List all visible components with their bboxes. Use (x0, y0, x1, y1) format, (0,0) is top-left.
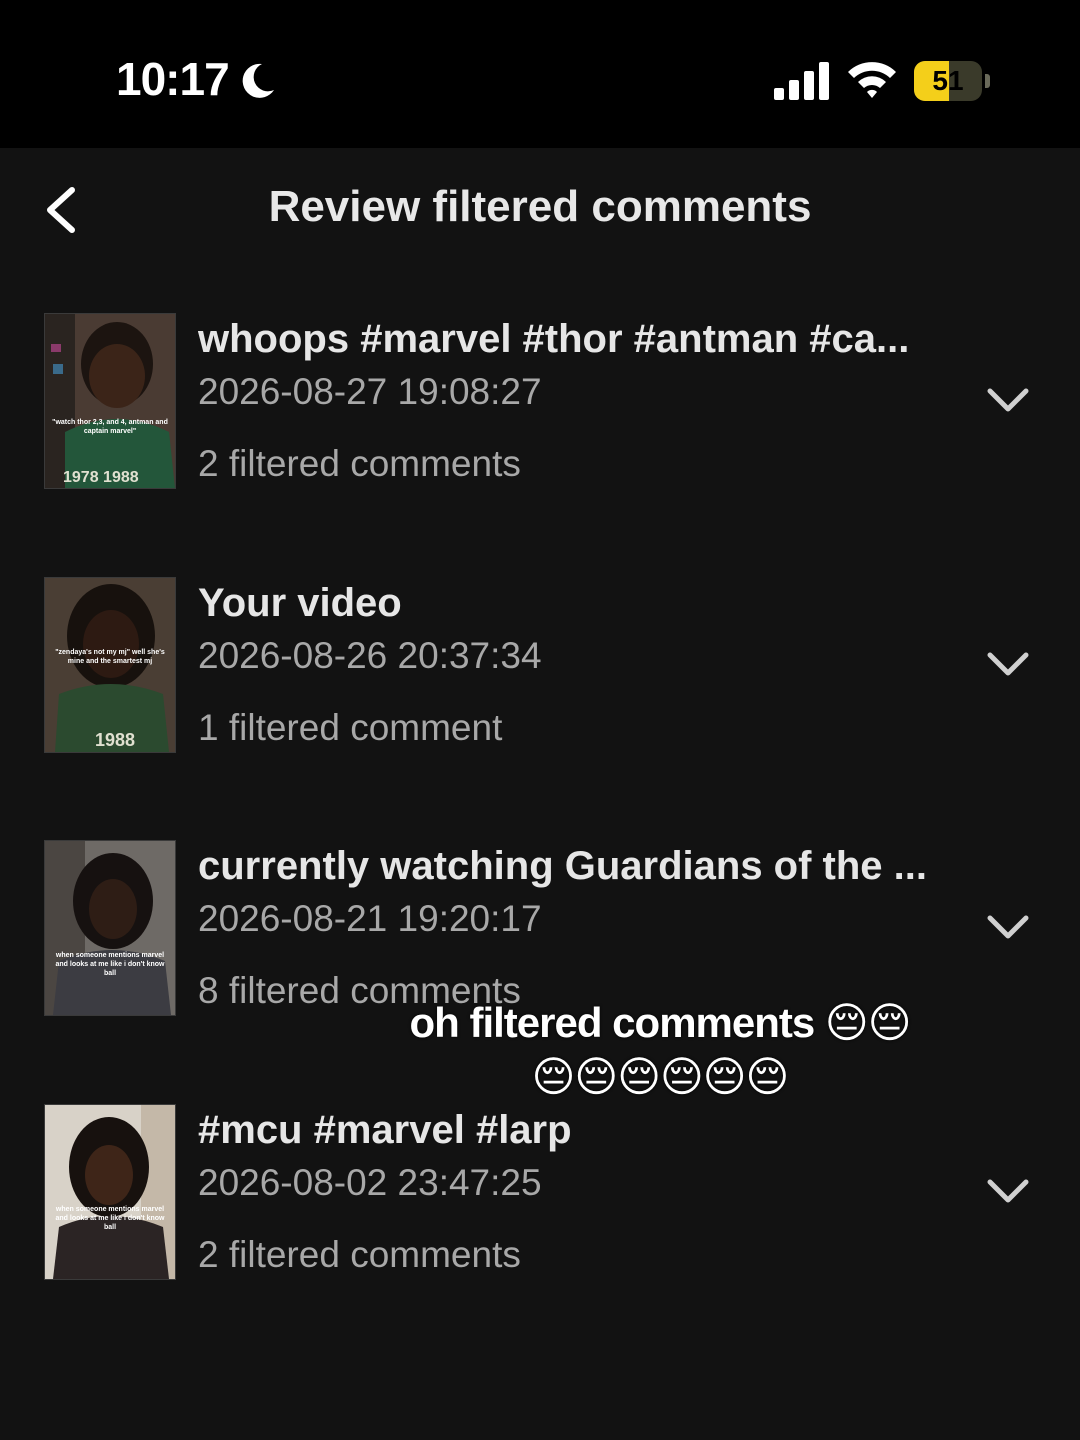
filtered-count: 2 filtered comments (198, 443, 521, 484)
thumbnail-caption: when someone mentions marvel and looks a… (55, 1206, 165, 1231)
svg-text:1988: 1988 (95, 730, 135, 750)
chevron-down-icon[interactable] (986, 912, 1030, 942)
overlay-caption-line-2: 😔😔😔😔😔😔 (531, 1053, 790, 1100)
video-title: whoops #marvel #thor #antman #ca... (198, 317, 910, 361)
video-thumbnail[interactable]: 1978 1988 "watch thor 2,3, and 4, antman… (44, 313, 176, 489)
filtered-count: 2 filtered comments (198, 1234, 521, 1275)
video-list-item[interactable]: when someone mentions marvel and looks a… (0, 1104, 1080, 1304)
video-date: 2026-08-02 23:47:25 (198, 1162, 542, 1203)
thumbnail-caption: when someone mentions marvel and looks a… (55, 952, 165, 977)
thumbnail-image: 1978 1988 (45, 314, 175, 488)
wifi-icon (848, 62, 896, 98)
thumbnail-image (45, 1105, 175, 1279)
video-title: currently watching Guardians of the ... (198, 844, 928, 888)
chevron-down-icon[interactable] (986, 649, 1030, 679)
battery-indicator: 51 (914, 61, 992, 101)
battery-level: 51 (932, 65, 964, 96)
chevron-down-icon[interactable] (986, 1176, 1030, 1206)
nav-bar: Review filtered comments (0, 148, 1080, 268)
video-thumbnail[interactable]: when someone mentions marvel and looks a… (44, 1104, 176, 1280)
status-time: 10:17 (116, 53, 230, 105)
video-list-item[interactable]: 1988 "zendaya's not my mj" well she's mi… (0, 577, 1080, 777)
video-thumbnail[interactable]: when someone mentions marvel and looks a… (44, 840, 176, 1016)
svg-text:1978 1988: 1978 1988 (63, 469, 139, 486)
video-thumbnail[interactable]: 1988 "zendaya's not my mj" well she's mi… (44, 577, 176, 753)
thumbnail-caption: "watch thor 2,3, and 4, antman and capta… (52, 419, 168, 435)
video-date: 2026-08-26 20:37:34 (198, 635, 542, 676)
video-date: 2026-08-27 19:08:27 (198, 371, 542, 412)
overlay-caption-line-1: oh filtered comments 😔😔 (409, 999, 912, 1046)
thumbnail-image (45, 841, 175, 1015)
video-list-item[interactable]: 1978 1988 "watch thor 2,3, and 4, antman… (0, 313, 1080, 513)
cellular-signal-icon (774, 62, 829, 100)
status-bar: 10:17 51 (0, 0, 1080, 148)
chevron-down-icon[interactable] (986, 385, 1030, 415)
moon-icon (242, 63, 274, 98)
filtered-count: 1 filtered comment (198, 707, 503, 748)
video-title: Your video (198, 581, 402, 625)
page-title: Review filtered comments (268, 182, 812, 231)
overlay-caption: oh filtered comments 😔😔 😔😔😔😔😔😔 (340, 996, 980, 1104)
video-date: 2026-08-21 19:20:17 (198, 898, 542, 939)
video-title: #mcu #marvel #larp (198, 1108, 572, 1152)
thumbnail-caption: "zendaya's not my mj" well she's mine an… (55, 649, 165, 665)
